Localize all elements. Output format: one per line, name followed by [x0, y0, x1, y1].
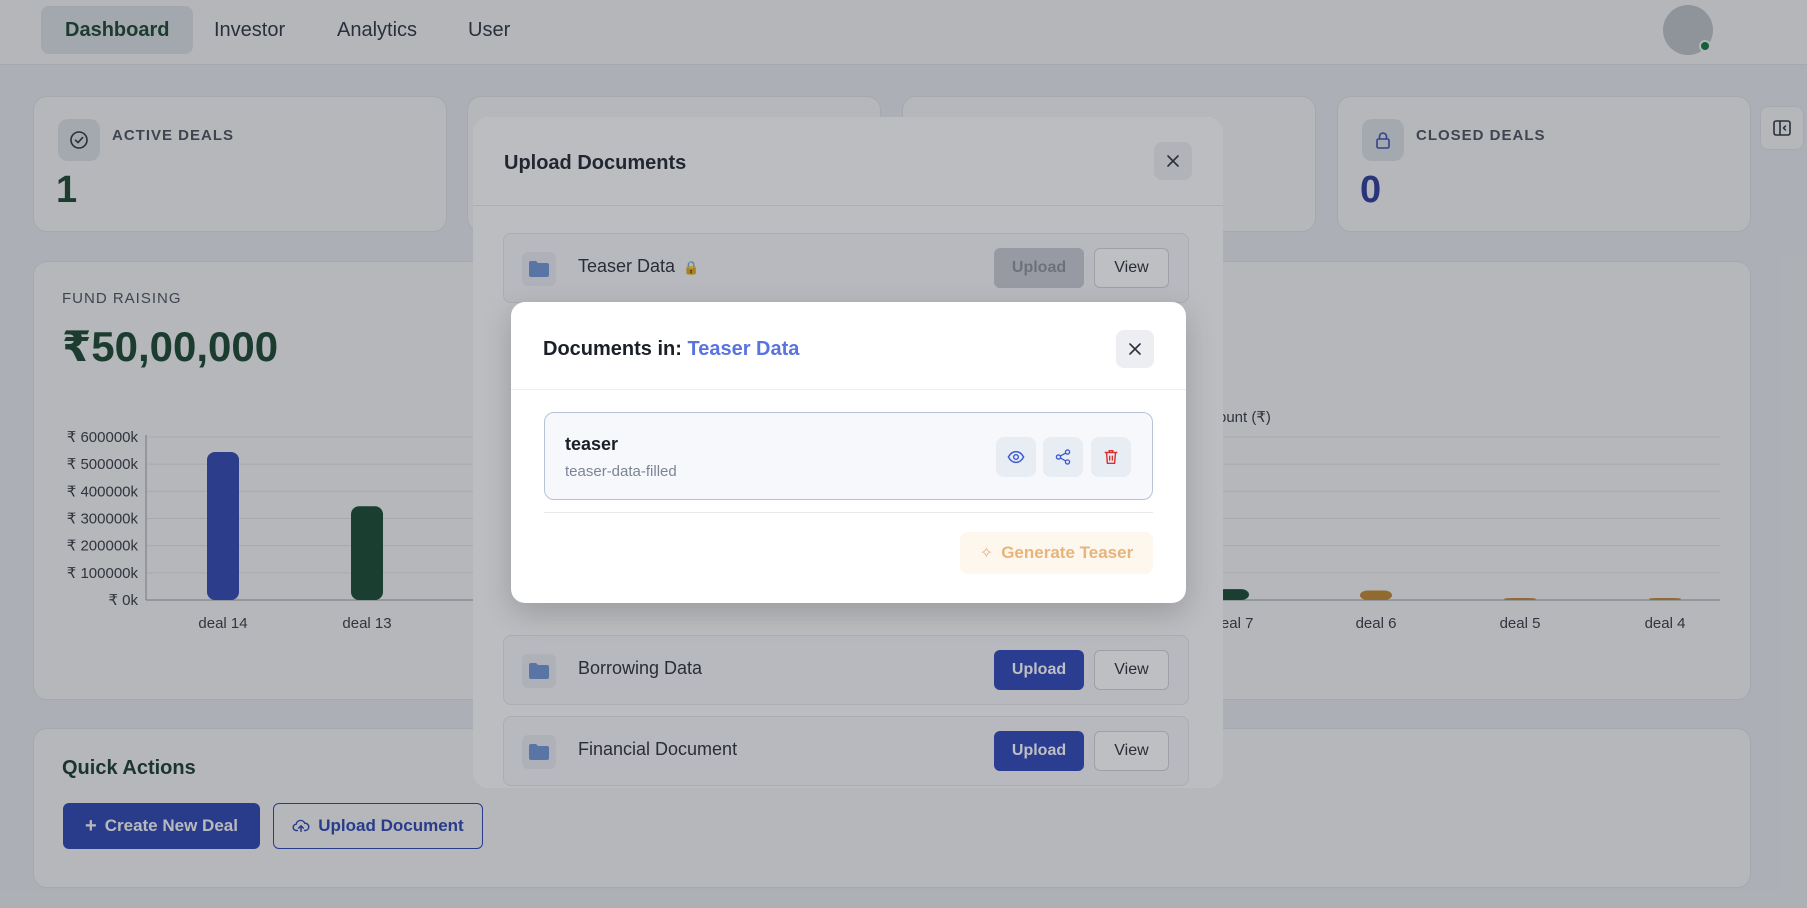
title-folder-name: Teaser Data	[687, 338, 800, 360]
generate-teaser-button[interactable]: ✧ Generate Teaser	[960, 532, 1153, 574]
view-document-button[interactable]	[996, 437, 1036, 477]
close-button[interactable]	[1116, 330, 1154, 368]
delete-document-button[interactable]	[1091, 437, 1131, 477]
eye-icon	[1007, 450, 1025, 464]
share-icon	[1055, 449, 1071, 465]
document-filename: teaser-data-filled	[565, 463, 677, 480]
trash-icon	[1104, 449, 1118, 465]
close-icon	[1129, 343, 1141, 355]
document-name: teaser	[565, 434, 619, 454]
share-document-button[interactable]	[1043, 437, 1083, 477]
sparkle-icon: ✧	[979, 545, 994, 562]
generate-teaser-label: Generate Teaser	[1001, 543, 1134, 562]
title-prefix: Documents in:	[543, 338, 682, 360]
document-card: teaser teaser-data-filled	[544, 412, 1153, 500]
divider	[544, 512, 1153, 513]
documents-modal-title: Documents in: Teaser Data	[543, 338, 799, 361]
documents-modal: Documents in: Teaser Data teaser teaser-…	[511, 302, 1186, 603]
divider	[511, 389, 1186, 390]
